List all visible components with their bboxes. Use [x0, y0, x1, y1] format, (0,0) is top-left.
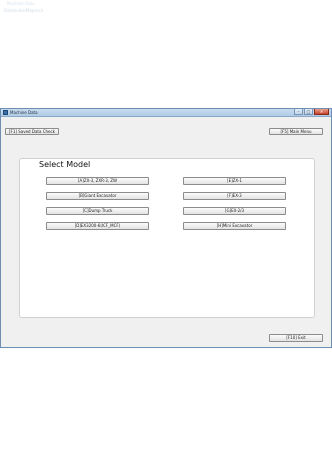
model-button-b[interactable]: [B]Giant Excavator: [46, 192, 149, 200]
app-window: Machine Data – □ ✕ [F1] Saved Data Check…: [0, 108, 332, 348]
background-menubar: Datamaker Maperch: [0, 8, 332, 14]
background-window-titlebar: Machine Data: [0, 0, 332, 8]
background-menu-item: Maperch: [26, 8, 44, 13]
toolbar: [F1] Saved Data Check [F5] Main Menu: [3, 118, 329, 136]
model-button-d[interactable]: [D]EX3200-6(ICF_MCF): [46, 222, 149, 230]
select-model-title: Select Model: [39, 160, 91, 169]
close-button[interactable]: ✕: [314, 109, 329, 115]
model-button-a[interactable]: [A]ZX-3, ZXR-3, ZW: [46, 177, 149, 185]
background-menu-item: Datamaker: [4, 8, 27, 13]
window-titlebar[interactable]: Machine Data – □ ✕: [1, 109, 331, 117]
main-menu-button[interactable]: [F5] Main Menu: [269, 128, 323, 135]
exit-button[interactable]: [F10] Exit: [269, 334, 323, 342]
background-window-title: Machine Data: [7, 1, 35, 6]
minimize-button[interactable]: –: [294, 109, 303, 115]
app-icon: [3, 110, 8, 115]
select-model-panel: Select Model [A]ZX-3, ZXR-3, ZW [B]Giant…: [19, 158, 315, 318]
maximize-button[interactable]: □: [304, 109, 313, 115]
window-client-area: [F1] Saved Data Check [F5] Main Menu Sel…: [3, 118, 329, 347]
window-controls: – □ ✕: [294, 109, 329, 116]
window-title: Machine Data: [10, 110, 38, 115]
model-button-g[interactable]: [G]EX-2/3: [183, 207, 286, 215]
model-button-h[interactable]: [H]Mini Excavator: [183, 222, 286, 230]
model-button-e[interactable]: [E]ZX-1: [183, 177, 286, 185]
desktop-background: Machine Data Datamaker Maperch: [0, 0, 332, 44]
saved-data-check-button[interactable]: [F1] Saved Data Check: [5, 128, 59, 135]
model-button-f[interactable]: [F]EX-3: [183, 192, 286, 200]
model-button-c[interactable]: [C]Dump Truck: [46, 207, 149, 215]
